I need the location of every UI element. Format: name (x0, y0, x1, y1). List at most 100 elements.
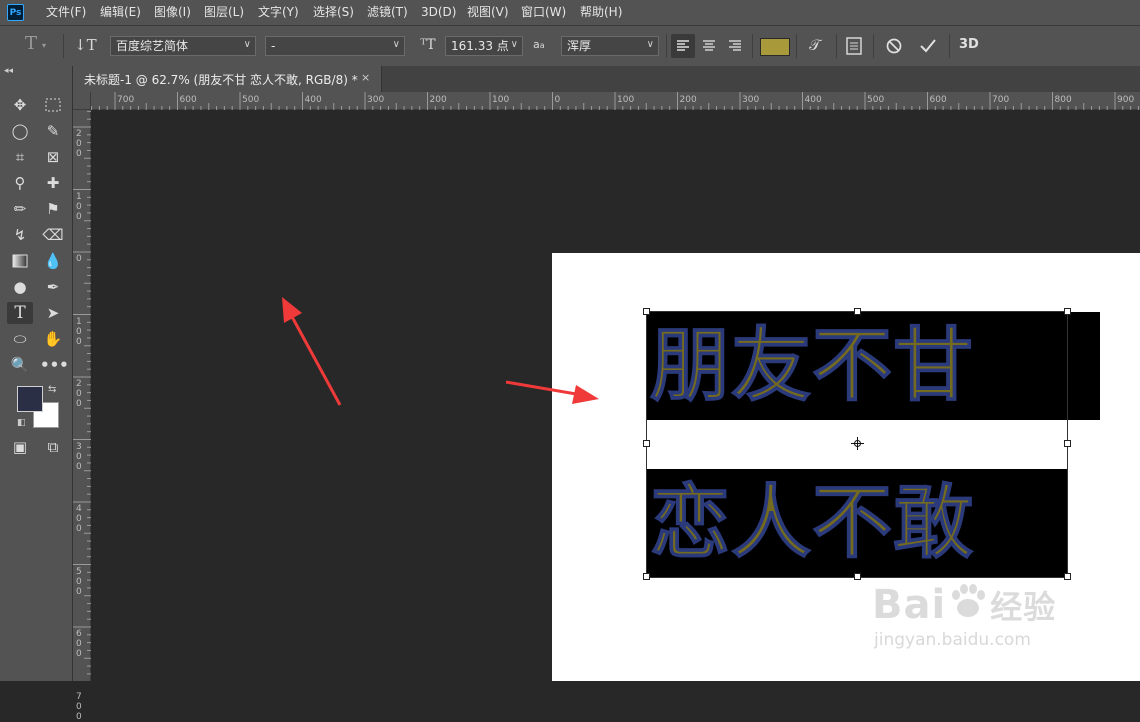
menu-edit[interactable]: 编辑(E) (100, 0, 141, 25)
foreground-color-swatch[interactable] (17, 386, 43, 412)
3d-button[interactable]: 3D (959, 37, 979, 52)
annotation-arrow-up (282, 297, 342, 406)
blur-tool-icon[interactable]: 💧 (40, 250, 66, 272)
chevron-down-icon: ∨ (646, 39, 654, 50)
annotation-arrow-right (505, 380, 599, 404)
character-panel-icon (846, 37, 862, 55)
cancel-button[interactable] (884, 36, 904, 56)
gradient-tool-icon[interactable] (7, 250, 33, 272)
chevron-down-icon: ∨ (510, 39, 518, 50)
eraser-tool-icon[interactable]: ⌫ (40, 224, 66, 246)
align-right-icon (729, 40, 741, 51)
resize-handle (643, 440, 650, 447)
swap-colors-icon[interactable]: ⇆ (48, 384, 56, 395)
preset-chevron-icon[interactable]: ▾ (42, 36, 46, 56)
menu-type[interactable]: 文字(Y) (258, 0, 299, 25)
menu-window[interactable]: 窗口(W) (521, 0, 566, 25)
font-family-select[interactable]: 百度综艺简体 ∨ (110, 36, 256, 56)
menu-3d[interactable]: 3D(D) (421, 0, 456, 25)
align-left-button[interactable] (671, 34, 695, 58)
quick-mask-icon[interactable]: ▣ (7, 436, 33, 458)
align-center-icon (703, 40, 715, 51)
font-family-value: 百度综艺简体 (116, 39, 189, 53)
align-right-button[interactable] (723, 34, 747, 58)
font-size-input[interactable]: 161.33 点 ∨ (445, 36, 523, 56)
tools-panel: ◂◂ ✥ ◯ ✎ ⌗ ⊠ ⚲ ✚ ✏ ⚑ ↯ ⌫ 💧 ● ✒ T ➤ ⬭ ✋ 🔍… (0, 66, 73, 681)
crop-tool-icon[interactable]: ⌗ (7, 146, 33, 168)
menu-file[interactable]: 文件(F) (46, 0, 86, 25)
chevron-down-icon: ∨ (243, 39, 251, 50)
antialias-letter: a (533, 38, 540, 51)
ruler-ticks (73, 110, 91, 675)
arrow-head (572, 385, 599, 404)
hand-tool-icon[interactable]: ✋ (40, 328, 66, 350)
collapse-panel-icon[interactable]: ◂◂ (4, 66, 13, 76)
reference-point-icon (851, 437, 864, 450)
text-color-swatch[interactable] (760, 38, 790, 56)
antialias-icon: aa (533, 35, 545, 56)
separator (752, 34, 753, 58)
watermark-brand-end: 经验 (990, 588, 1057, 626)
healing-brush-tool-icon[interactable]: ✚ (40, 172, 66, 194)
more-tools-icon[interactable]: ••• (40, 354, 69, 376)
align-left-icon (677, 40, 689, 51)
ellipse-tool-icon[interactable]: ⬭ (7, 328, 33, 350)
menu-select[interactable]: 选择(S) (313, 0, 354, 25)
menu-image[interactable]: 图像(I) (154, 0, 191, 25)
screen-mode-icon[interactable]: ⧉ (40, 436, 66, 458)
arrow-shaft (288, 312, 342, 406)
eyedropper-tool-icon[interactable]: ⚲ (7, 172, 33, 194)
type-tool-preset-icon[interactable]: T (20, 34, 42, 54)
text-orientation-icon[interactable]: ↓T (74, 35, 97, 55)
resize-handle (643, 573, 650, 580)
ruler-origin[interactable] (73, 92, 91, 110)
menu-view[interactable]: 视图(V) (467, 0, 509, 25)
brush-tool-icon[interactable]: ✏ (7, 198, 33, 220)
resize-handle (643, 308, 650, 315)
resize-handle (1064, 573, 1071, 580)
quick-selection-tool-icon[interactable]: ✎ (40, 120, 66, 142)
text-bounding-box[interactable] (640, 305, 1076, 585)
document-tab-bar: 未标题-1 @ 62.7% (朋友不甘 恋人不敢, RGB/8) * × (73, 66, 1140, 92)
separator (836, 34, 837, 58)
horizontal-ruler[interactable] (91, 92, 1140, 110)
menu-layer[interactable]: 图层(L) (204, 0, 244, 25)
antialias-select[interactable]: 浑厚 ∨ (561, 36, 659, 56)
separator (666, 34, 667, 58)
separator (796, 34, 797, 58)
antialias-letter-small: a (539, 41, 545, 50)
menu-bar: Ps 文件(F) 编辑(E) 图像(I) 图层(L) 文字(Y) 选择(S) 滤… (0, 0, 1140, 26)
clone-stamp-tool-icon[interactable]: ⚑ (40, 198, 66, 220)
checkmark-icon (920, 39, 936, 53)
resize-handle (854, 308, 861, 315)
photoshop-logo: Ps (7, 4, 24, 21)
cancel-icon (886, 38, 902, 54)
document-tab[interactable]: 未标题-1 @ 62.7% (朋友不甘 恋人不敢, RGB/8) * × (73, 66, 382, 92)
frame-tool-icon[interactable]: ⊠ (40, 146, 66, 168)
separator (949, 34, 950, 58)
menu-help[interactable]: 帮助(H) (580, 0, 622, 25)
default-colors-icon[interactable]: ◧ (17, 418, 26, 428)
vertical-ruler[interactable] (73, 110, 91, 681)
font-style-select[interactable]: - ∨ (265, 36, 405, 56)
commit-button[interactable] (918, 36, 938, 56)
marquee-tool-icon[interactable] (40, 94, 66, 116)
close-tab-icon[interactable]: × (361, 71, 370, 84)
type-tool-icon[interactable]: T (7, 302, 33, 324)
character-panel-button[interactable] (844, 36, 864, 56)
path-selection-tool-icon[interactable]: ➤ (40, 302, 66, 324)
resize-handle (854, 573, 861, 580)
align-center-button[interactable] (697, 34, 721, 58)
font-style-value: - (271, 39, 276, 53)
font-size-value: 161.33 点 (451, 39, 509, 53)
lasso-tool-icon[interactable]: ◯ (7, 120, 33, 142)
resize-handle (1064, 440, 1071, 447)
history-brush-tool-icon[interactable]: ↯ (7, 224, 33, 246)
dodge-tool-icon[interactable]: ● (7, 276, 33, 298)
move-tool-icon[interactable]: ✥ (7, 94, 33, 116)
pen-tool-icon[interactable]: ✒ (40, 276, 66, 298)
menu-filter[interactable]: 滤镜(T) (367, 0, 408, 25)
zoom-tool-icon[interactable]: 🔍 (7, 354, 33, 376)
antialias-value: 浑厚 (567, 39, 592, 53)
warp-text-icon[interactable]: 𝒯 (803, 35, 827, 55)
